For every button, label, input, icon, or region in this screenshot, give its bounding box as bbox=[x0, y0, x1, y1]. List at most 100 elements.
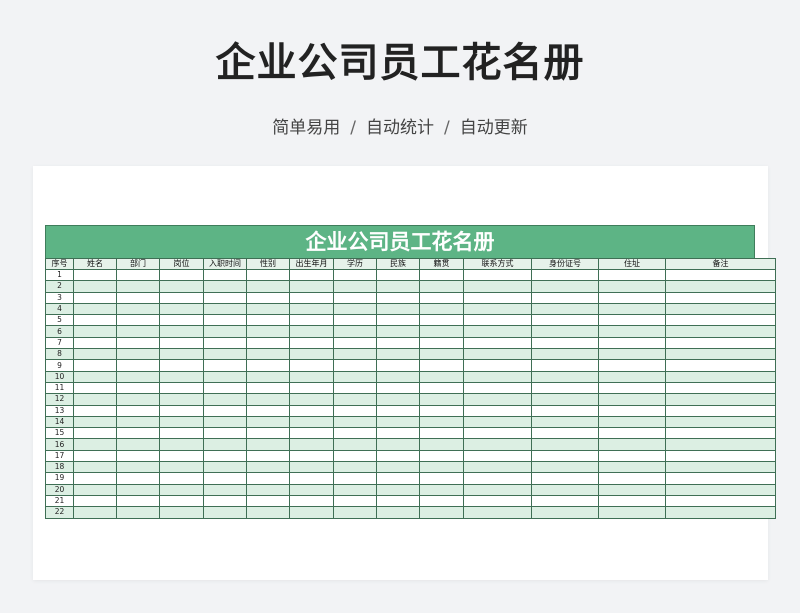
table-cell[interactable] bbox=[531, 494, 599, 508]
table-cell[interactable] bbox=[73, 449, 117, 463]
table-cell[interactable] bbox=[289, 449, 334, 463]
table-cell[interactable] bbox=[73, 325, 117, 338]
table-cell[interactable] bbox=[598, 280, 666, 293]
table-cell[interactable] bbox=[333, 393, 377, 406]
table-cell[interactable] bbox=[665, 302, 776, 316]
table-cell[interactable] bbox=[376, 449, 420, 463]
table-cell[interactable] bbox=[289, 359, 334, 372]
table-cell[interactable] bbox=[598, 359, 666, 372]
table-cell[interactable] bbox=[598, 483, 666, 496]
row-number-cell[interactable]: 2 bbox=[45, 280, 74, 293]
table-cell[interactable] bbox=[531, 302, 599, 316]
table-cell[interactable] bbox=[116, 461, 160, 474]
table-cell[interactable] bbox=[159, 404, 204, 417]
table-cell[interactable] bbox=[159, 336, 204, 350]
table-cell[interactable] bbox=[116, 268, 160, 282]
table-cell[interactable] bbox=[116, 393, 160, 406]
table-cell[interactable] bbox=[159, 381, 204, 395]
table-cell[interactable] bbox=[289, 494, 334, 508]
table-cell[interactable] bbox=[376, 302, 420, 316]
table-cell[interactable] bbox=[665, 404, 776, 417]
table-cell[interactable] bbox=[665, 461, 776, 474]
table-cell[interactable] bbox=[665, 314, 776, 327]
row-number-cell[interactable]: 18 bbox=[45, 461, 74, 474]
table-cell[interactable] bbox=[159, 393, 204, 406]
table-cell[interactable] bbox=[376, 461, 420, 474]
table-cell[interactable] bbox=[376, 314, 420, 327]
table-cell[interactable] bbox=[116, 348, 160, 361]
table-cell[interactable] bbox=[289, 325, 334, 338]
table-cell[interactable] bbox=[289, 381, 334, 395]
table-cell[interactable] bbox=[289, 291, 334, 304]
table-cell[interactable] bbox=[333, 359, 377, 372]
table-cell[interactable] bbox=[419, 438, 464, 451]
table-cell[interactable] bbox=[203, 506, 247, 519]
table-cell[interactable] bbox=[665, 427, 776, 440]
table-cell[interactable] bbox=[159, 359, 204, 372]
table-cell[interactable] bbox=[203, 268, 247, 282]
table-cell[interactable] bbox=[203, 393, 247, 406]
column-header[interactable]: 身份证号 bbox=[531, 258, 599, 270]
table-cell[interactable] bbox=[289, 348, 334, 361]
table-cell[interactable] bbox=[333, 370, 377, 383]
table-cell[interactable] bbox=[159, 280, 204, 293]
table-cell[interactable] bbox=[116, 314, 160, 327]
table-cell[interactable] bbox=[463, 348, 532, 361]
column-header[interactable]: 姓名 bbox=[73, 258, 117, 270]
table-cell[interactable] bbox=[463, 472, 532, 485]
table-cell[interactable] bbox=[159, 483, 204, 496]
table-cell[interactable] bbox=[665, 472, 776, 485]
table-cell[interactable] bbox=[73, 393, 117, 406]
table-cell[interactable] bbox=[289, 506, 334, 519]
table-cell[interactable] bbox=[333, 449, 377, 463]
table-cell[interactable] bbox=[598, 348, 666, 361]
table-cell[interactable] bbox=[419, 449, 464, 463]
table-cell[interactable] bbox=[598, 370, 666, 383]
table-cell[interactable] bbox=[246, 483, 290, 496]
table-cell[interactable] bbox=[203, 449, 247, 463]
table-cell[interactable] bbox=[419, 348, 464, 361]
table-cell[interactable] bbox=[246, 291, 290, 304]
table-cell[interactable] bbox=[665, 291, 776, 304]
table-cell[interactable] bbox=[598, 494, 666, 508]
row-number-cell[interactable]: 7 bbox=[45, 336, 74, 350]
table-cell[interactable] bbox=[419, 494, 464, 508]
table-cell[interactable] bbox=[463, 359, 532, 372]
table-cell[interactable] bbox=[419, 302, 464, 316]
table-cell[interactable] bbox=[246, 449, 290, 463]
table-cell[interactable] bbox=[665, 348, 776, 361]
table-cell[interactable] bbox=[203, 291, 247, 304]
table-cell[interactable] bbox=[598, 438, 666, 451]
column-header[interactable]: 入职时间 bbox=[203, 258, 247, 270]
table-cell[interactable] bbox=[598, 461, 666, 474]
table-cell[interactable] bbox=[463, 427, 532, 440]
column-header[interactable]: 部门 bbox=[116, 258, 160, 270]
table-cell[interactable] bbox=[665, 370, 776, 383]
table-cell[interactable] bbox=[598, 325, 666, 338]
row-number-cell[interactable]: 1 bbox=[45, 268, 74, 282]
table-cell[interactable] bbox=[419, 314, 464, 327]
table-cell[interactable] bbox=[116, 506, 160, 519]
table-cell[interactable] bbox=[203, 461, 247, 474]
table-cell[interactable] bbox=[333, 302, 377, 316]
table-cell[interactable] bbox=[116, 370, 160, 383]
table-cell[interactable] bbox=[289, 404, 334, 417]
table-cell[interactable] bbox=[289, 483, 334, 496]
table-cell[interactable] bbox=[333, 280, 377, 293]
table-cell[interactable] bbox=[598, 381, 666, 395]
table-cell[interactable] bbox=[665, 325, 776, 338]
table-cell[interactable] bbox=[246, 438, 290, 451]
table-cell[interactable] bbox=[463, 415, 532, 429]
row-number-cell[interactable]: 13 bbox=[45, 404, 74, 417]
table-cell[interactable] bbox=[246, 494, 290, 508]
column-header[interactable]: 性别 bbox=[246, 258, 290, 270]
table-cell[interactable] bbox=[203, 370, 247, 383]
table-cell[interactable] bbox=[376, 348, 420, 361]
table-cell[interactable] bbox=[419, 461, 464, 474]
table-cell[interactable] bbox=[159, 291, 204, 304]
table-cell[interactable] bbox=[665, 415, 776, 429]
table-cell[interactable] bbox=[73, 461, 117, 474]
table-cell[interactable] bbox=[665, 381, 776, 395]
table-cell[interactable] bbox=[246, 348, 290, 361]
column-header[interactable]: 学历 bbox=[333, 258, 377, 270]
